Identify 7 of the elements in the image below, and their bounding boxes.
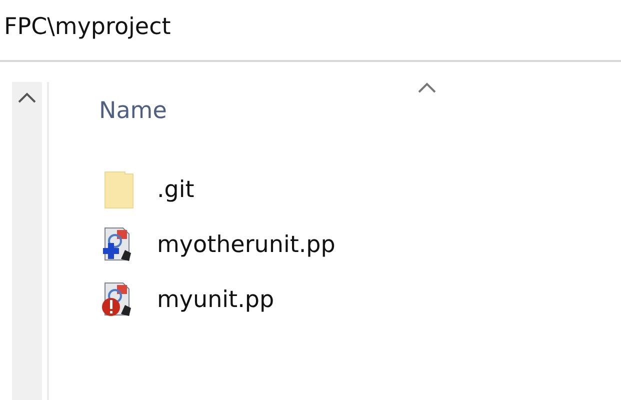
folder-icon: [103, 170, 135, 210]
file-name[interactable]: myunit.pp: [157, 286, 274, 312]
file-name[interactable]: myotherunit.pp: [157, 232, 336, 258]
file-name[interactable]: .git: [157, 176, 194, 202]
name-column-header[interactable]: Name: [99, 98, 167, 124]
folder-path[interactable]: FPC\myproject: [4, 14, 171, 40]
scroll-up-icon: [17, 92, 37, 104]
